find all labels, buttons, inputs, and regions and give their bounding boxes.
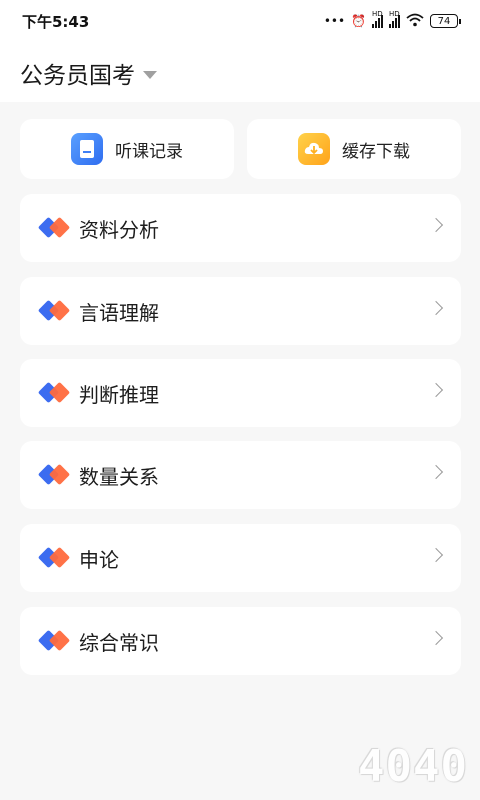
watermark-logo: 4040 bbox=[358, 741, 468, 792]
category-essay-writing[interactable]: 申论 bbox=[20, 524, 461, 592]
header: 公务员国考 bbox=[0, 42, 480, 102]
category-data-analysis[interactable]: 资料分析 bbox=[20, 194, 461, 262]
category-label: 资料分析 bbox=[79, 217, 159, 242]
category-label: 言语理解 bbox=[79, 300, 159, 325]
record-book-icon bbox=[71, 133, 103, 165]
category-general-knowledge[interactable]: 综合常识 bbox=[20, 607, 461, 675]
category-logical-reasoning[interactable]: 判断推理 bbox=[20, 359, 461, 427]
battery-icon: 74 bbox=[430, 14, 461, 28]
hd-signal-icon: HD bbox=[372, 10, 383, 28]
category-diamond-icon bbox=[37, 216, 71, 240]
category-diamond-icon bbox=[37, 463, 71, 487]
wifi-icon bbox=[406, 13, 424, 30]
page-title: 公务员国考 bbox=[20, 63, 135, 89]
cache-download-button[interactable]: 缓存下载 bbox=[247, 119, 461, 179]
status-time: 下午5:43 bbox=[22, 12, 90, 31]
cache-download-label: 缓存下载 bbox=[342, 141, 410, 162]
chevron-right-icon bbox=[428, 217, 444, 233]
watermark-text: 4040 bbox=[358, 741, 468, 792]
chevron-right-icon bbox=[428, 547, 444, 563]
category-diamond-icon bbox=[37, 299, 71, 323]
category-diamond-icon bbox=[37, 381, 71, 405]
caret-down-icon bbox=[143, 71, 157, 79]
chevron-right-icon bbox=[428, 300, 444, 316]
chevron-right-icon bbox=[428, 464, 444, 480]
status-icons: ••• ⏰ HD HD 74 bbox=[323, 10, 461, 30]
category-label: 综合常识 bbox=[79, 630, 159, 655]
category-label: 判断推理 bbox=[79, 382, 159, 407]
category-verbal-comprehension[interactable]: 言语理解 bbox=[20, 277, 461, 345]
listen-record-button[interactable]: 听课记录 bbox=[20, 119, 234, 179]
chevron-right-icon bbox=[428, 630, 444, 646]
category-diamond-icon bbox=[37, 546, 71, 570]
alarm-icon: ⏰ bbox=[351, 14, 366, 28]
category-quantitative-relations[interactable]: 数量关系 bbox=[20, 441, 461, 509]
more-dots-icon: ••• bbox=[323, 14, 346, 28]
exam-selector[interactable]: 公务员国考 bbox=[20, 56, 157, 90]
download-cloud-icon bbox=[298, 133, 330, 165]
status-bar: 下午5:43 ••• ⏰ HD HD 74 bbox=[0, 0, 480, 42]
category-label: 数量关系 bbox=[79, 464, 159, 489]
category-diamond-icon bbox=[37, 629, 71, 653]
hd-signal-icon-2: HD bbox=[389, 10, 400, 28]
chevron-right-icon bbox=[428, 382, 444, 398]
category-label: 申论 bbox=[79, 547, 119, 572]
listen-record-label: 听课记录 bbox=[115, 141, 183, 162]
